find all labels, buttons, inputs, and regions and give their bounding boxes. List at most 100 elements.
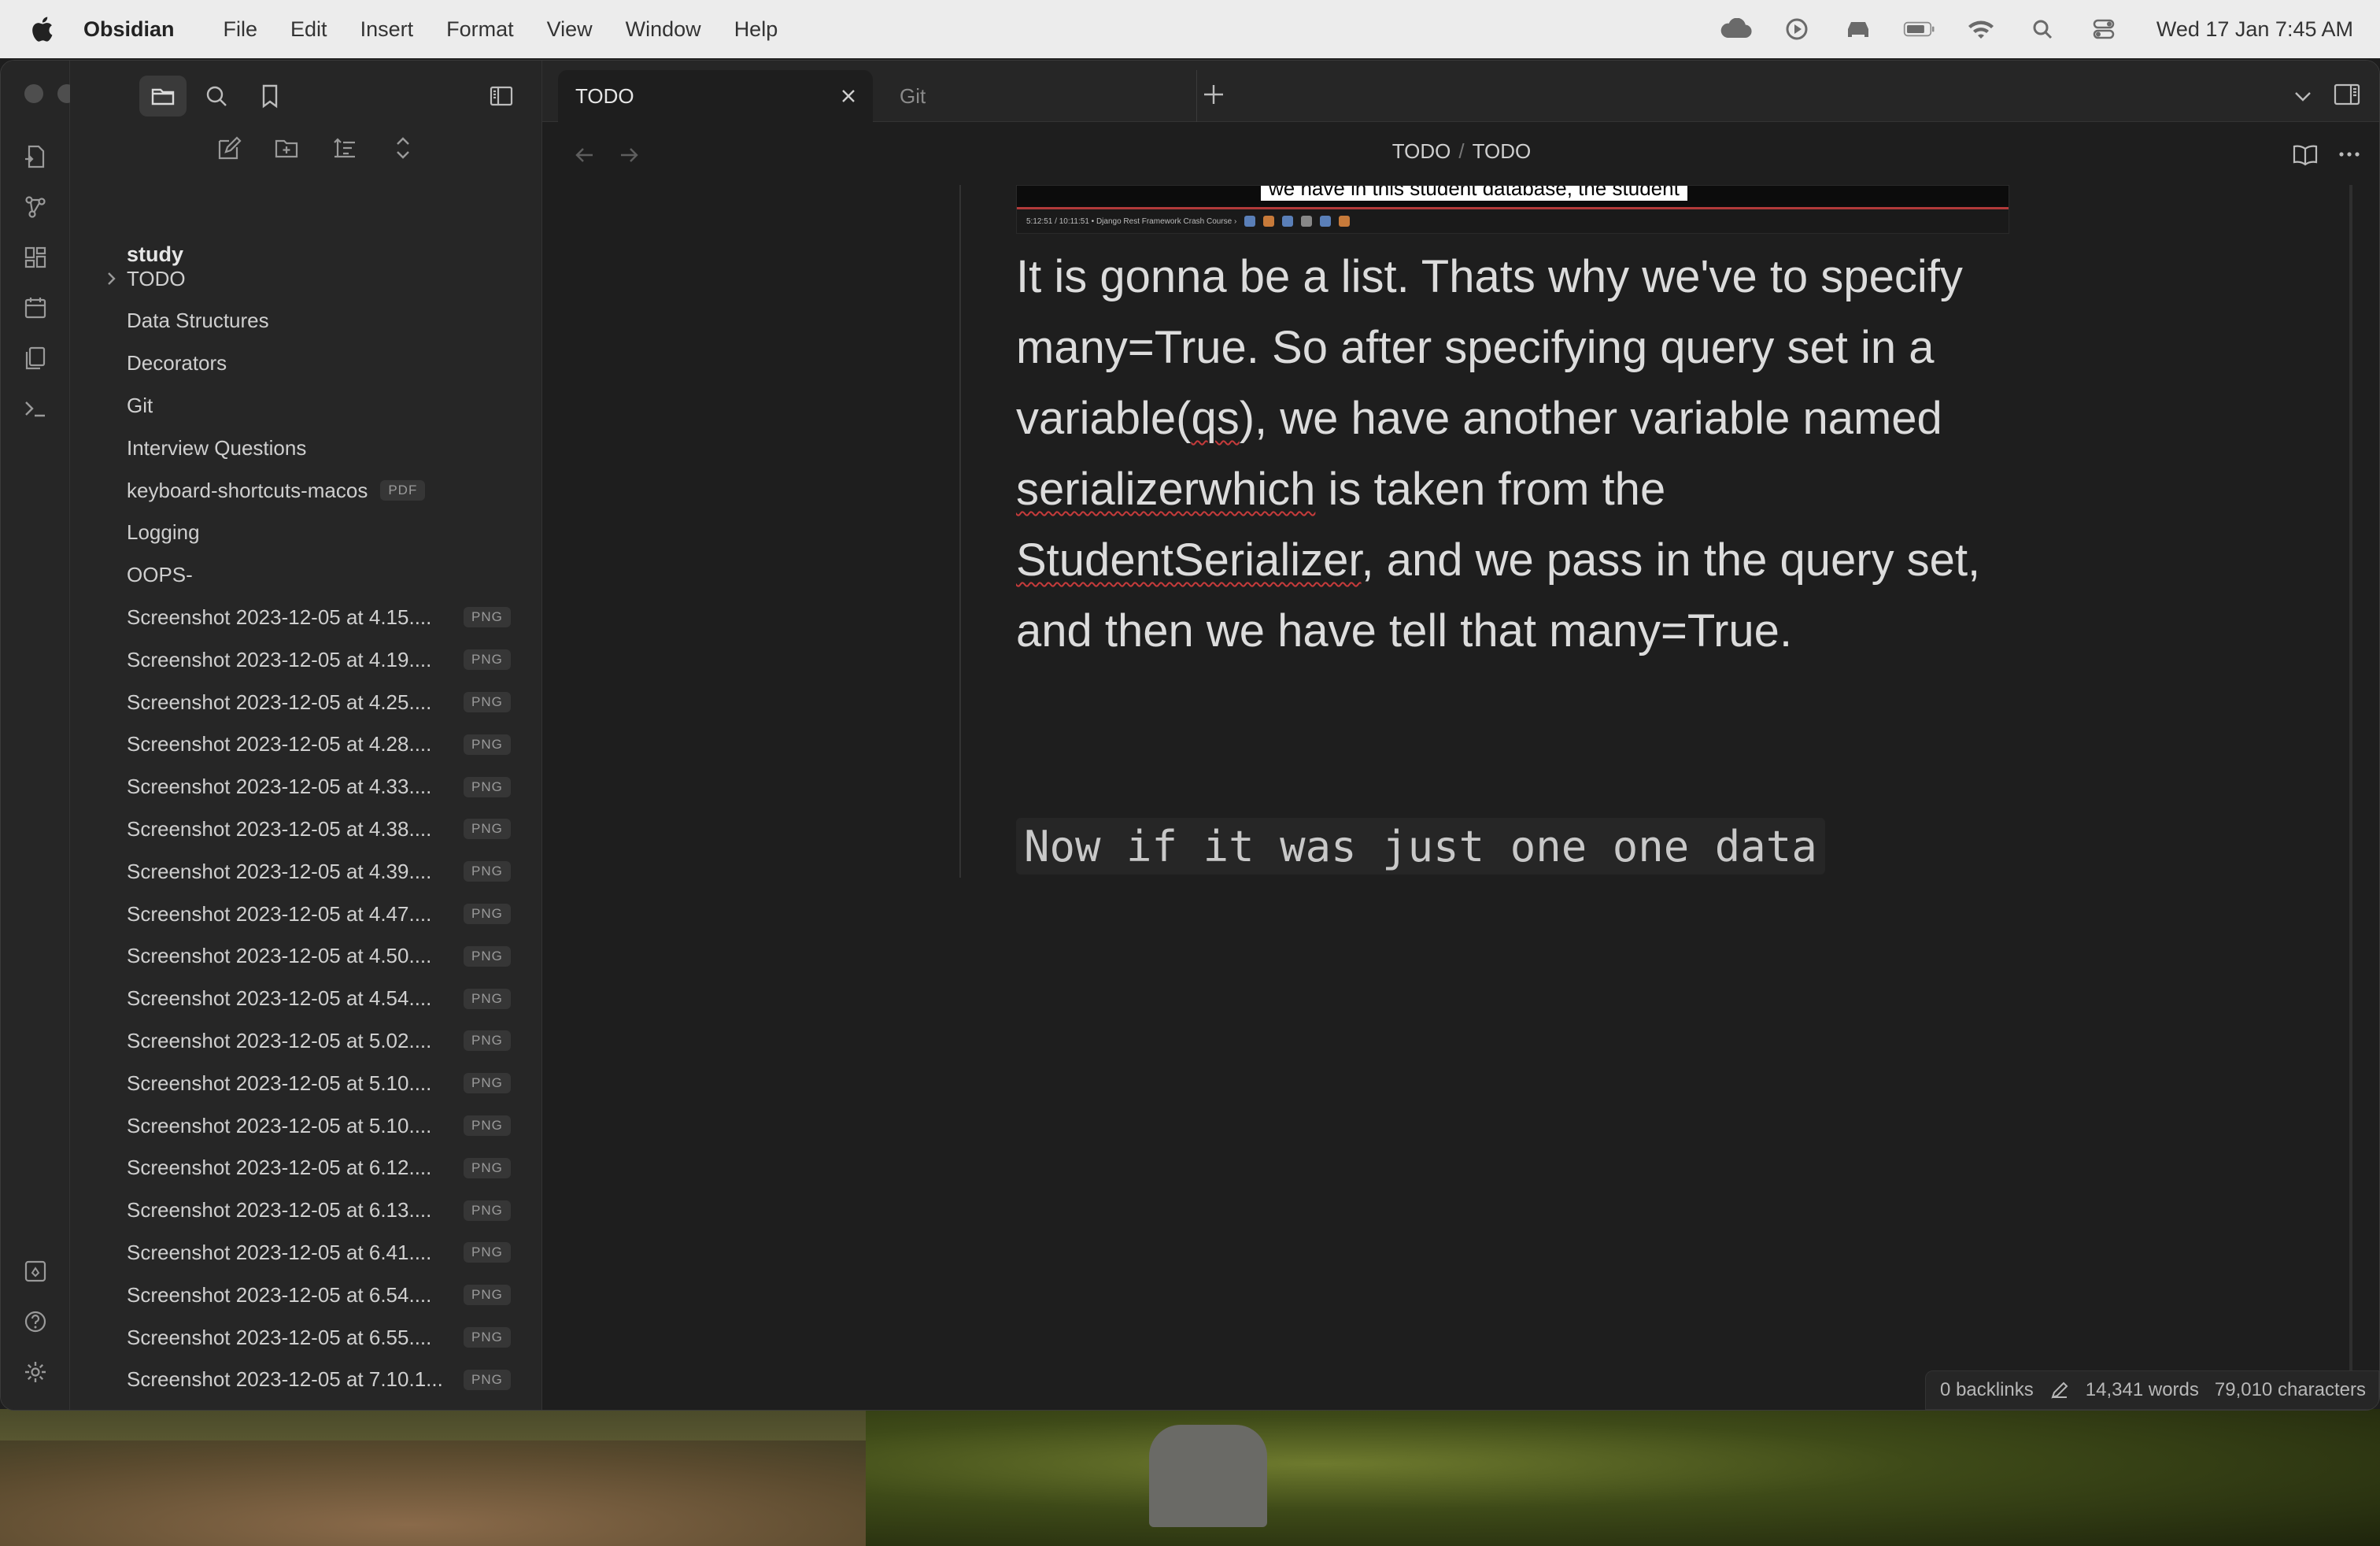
tree-file[interactable]: Screenshot 2023-12-06 at 1.02....PNG xyxy=(127,1401,431,1411)
note-paragraph[interactable]: It is gonna be a list. Thats why we've t… xyxy=(1016,242,2023,667)
file-type-badge: PNG xyxy=(464,1115,511,1136)
menu-edit[interactable]: Edit xyxy=(290,17,327,42)
vault-switcher-icon[interactable] xyxy=(20,1256,51,1287)
tree-item-label: TODO xyxy=(127,266,186,290)
open-quick-switcher-icon[interactable] xyxy=(20,141,51,172)
file-type-badge: PNG xyxy=(464,861,511,882)
more-options-icon[interactable] xyxy=(2335,141,2363,168)
tree-file[interactable]: OOPS- xyxy=(127,554,193,597)
tree-file[interactable]: Screenshot 2023-12-05 at 5.02.... PNG xyxy=(127,1019,511,1062)
tree-file[interactable]: Screenshot 2023-12-05 at 4.50.... PNG xyxy=(127,935,511,978)
new-note-icon[interactable] xyxy=(212,131,245,165)
car-icon[interactable] xyxy=(1842,17,1875,41)
menu-file[interactable]: File xyxy=(224,17,258,42)
editing-mode-pencil-icon[interactable] xyxy=(2049,1380,2070,1400)
tree-file[interactable]: Screenshot 2023-12-05 at 6.54.... PNG xyxy=(127,1274,511,1316)
misspelled-word-studentserializer[interactable]: StudentSerializer xyxy=(1016,534,1361,586)
tree-file[interactable]: keyboard-shortcuts-macos PDF xyxy=(127,469,426,512)
file-explorer-sidebar: study TODO Data Structures Decorators Git In… xyxy=(70,61,542,1410)
bookmarks-tab-icon[interactable] xyxy=(246,76,294,117)
terminal-icon[interactable] xyxy=(20,393,51,424)
word-count: 14,341 words xyxy=(2085,1379,2199,1400)
close-tab-icon[interactable] xyxy=(838,86,859,106)
tree-file[interactable]: Screenshot 2023-12-05 at 4.33.... PNG xyxy=(127,766,511,808)
toggle-right-sidebar-icon[interactable] xyxy=(2332,81,2362,108)
tree-file[interactable]: Screenshot 2023-12-05 at 4.25.... PNG xyxy=(127,681,511,723)
tree-folder[interactable]: TODO xyxy=(108,257,186,300)
markdown-editor[interactable]: we have in this student database, the st… xyxy=(542,185,2352,1410)
templates-icon[interactable] xyxy=(20,342,51,374)
embedded-video-screenshot[interactable]: we have in this student database, the st… xyxy=(1016,185,2009,234)
breadcrumb-note-title[interactable]: TODO xyxy=(1473,139,1532,163)
file-type-badge: PNG xyxy=(464,819,511,840)
menu-view[interactable]: View xyxy=(547,17,593,42)
search-tab-icon[interactable] xyxy=(193,76,240,117)
tree-file[interactable]: Interview Questions xyxy=(127,427,306,469)
tree-file[interactable]: Screenshot 2023-12-05 at 6.55.... PNG xyxy=(127,1316,511,1359)
tree-file[interactable]: Screenshot 2023-12-05 at 4.47.... PNG xyxy=(127,893,511,935)
menu-window[interactable]: Window xyxy=(626,17,701,42)
wallpaper-trees xyxy=(866,1409,2380,1546)
inline-code-line[interactable]: Now if it was just one one data xyxy=(1016,818,1825,875)
expand-collapse-icon[interactable] xyxy=(386,131,419,165)
tree-file[interactable]: Git xyxy=(127,384,153,427)
file-type-badge: PNG xyxy=(464,988,511,1009)
tree-file[interactable]: Screenshot 2023-12-05 at 4.38.... PNG xyxy=(127,808,511,850)
menu-help[interactable]: Help xyxy=(734,17,778,42)
tree-file[interactable]: Screenshot 2023-12-05 at 4.39.... PNG xyxy=(127,850,511,893)
file-type-badge: PNG xyxy=(464,692,511,712)
menubar-clock[interactable]: Wed 17 Jan 7:45 AM xyxy=(2156,17,2353,42)
tree-file[interactable]: Screenshot 2023-12-05 at 4.15.... PNG xyxy=(127,596,511,638)
misspelled-word-qs[interactable]: qs xyxy=(1191,393,1239,444)
chevron-right-icon[interactable] xyxy=(102,269,120,288)
new-tab-plus-icon[interactable] xyxy=(1200,81,1227,108)
tree-item-label: Screenshot 2023-12-05 at 4.39.... xyxy=(127,859,432,883)
tree-file[interactable]: Decorators xyxy=(127,342,227,385)
tab-git[interactable]: Git xyxy=(882,70,1197,122)
editor-scrollbar[interactable] xyxy=(2349,185,2352,1405)
tree-file[interactable]: Screenshot 2023-12-05 at 6.13.... PNG xyxy=(127,1189,511,1232)
graph-view-icon[interactable] xyxy=(20,191,51,223)
misspelled-word-serializerwhich[interactable]: serializerwhich xyxy=(1016,464,1315,515)
new-folder-icon[interactable] xyxy=(270,131,303,165)
tree-file[interactable]: Data Structures xyxy=(127,300,269,342)
daily-note-calendar-icon[interactable] xyxy=(20,292,51,324)
breadcrumb-folder[interactable]: TODO xyxy=(1392,139,1451,163)
tab-todo[interactable]: TODO xyxy=(558,70,873,122)
files-tab-folder-icon[interactable] xyxy=(139,76,187,117)
sort-order-icon[interactable] xyxy=(328,131,361,165)
control-center-icon[interactable] xyxy=(2087,17,2120,41)
tree-item-label: Screenshot 2023-12-06 at 1.02.... xyxy=(127,1410,431,1411)
tree-file[interactable]: Screenshot 2023-12-05 at 4.28.... PNG xyxy=(127,723,511,766)
tab-list-chevron-down-icon[interactable] xyxy=(2291,84,2315,108)
tree-file[interactable]: Logging xyxy=(127,512,200,554)
tree-file[interactable]: Screenshot 2023-12-05 at 6.41.... PNG xyxy=(127,1231,511,1274)
search-icon[interactable] xyxy=(2026,17,2059,41)
cloud-icon[interactable] xyxy=(1719,17,1752,41)
collapse-sidebar-icon[interactable] xyxy=(478,76,525,117)
tree-file[interactable]: Screenshot 2023-12-05 at 5.10.... PNG xyxy=(127,1062,511,1104)
menu-insert[interactable]: Insert xyxy=(360,17,414,42)
tree-file[interactable]: Screenshot 2023-12-05 at 7.10.1... PNG xyxy=(127,1359,511,1401)
backlinks-count[interactable]: 0 backlinks xyxy=(1940,1379,2034,1401)
tree-item-label: Screenshot 2023-12-05 at 4.19.... xyxy=(127,647,432,671)
canvas-icon[interactable] xyxy=(20,242,51,273)
help-icon[interactable] xyxy=(20,1306,51,1337)
reading-view-book-icon[interactable] xyxy=(2291,141,2319,168)
close-window-button[interactable] xyxy=(24,84,43,103)
editor-indent-guide xyxy=(959,185,961,878)
tree-file[interactable]: Screenshot 2023-12-05 at 4.54.... PNG xyxy=(127,978,511,1020)
menu-app-name[interactable]: Obsidian xyxy=(83,17,175,42)
tree-file[interactable]: Screenshot 2023-12-05 at 5.10.... PNG xyxy=(127,1104,511,1147)
settings-gear-icon[interactable] xyxy=(20,1356,51,1388)
macos-menu-bar: Obsidian File Edit Insert Format View Wi… xyxy=(0,0,2380,58)
play-circle-icon[interactable] xyxy=(1780,17,1813,41)
wifi-icon[interactable] xyxy=(1964,17,1998,41)
file-type-badge: PNG xyxy=(464,1285,511,1306)
tree-item-label: Interview Questions xyxy=(127,435,307,460)
battery-icon[interactable] xyxy=(1903,17,1936,41)
tree-file[interactable]: Screenshot 2023-12-05 at 4.19.... PNG xyxy=(127,638,511,681)
menu-format[interactable]: Format xyxy=(446,17,514,42)
apple-logo-icon[interactable] xyxy=(30,16,54,43)
tree-file[interactable]: Screenshot 2023-12-05 at 6.12.... PNG xyxy=(127,1147,511,1189)
